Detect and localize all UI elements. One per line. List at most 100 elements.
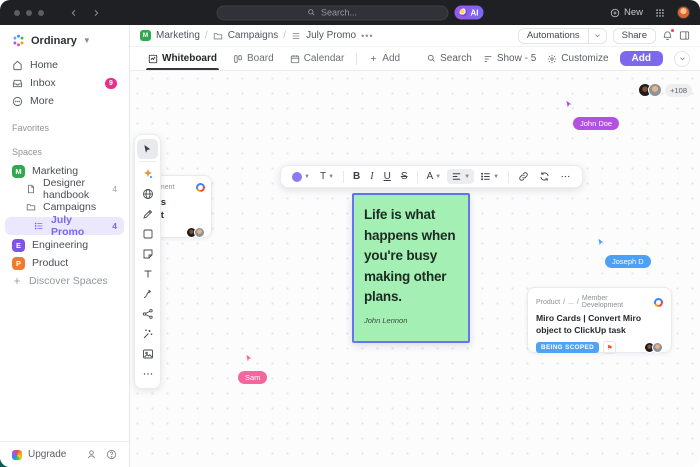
- sticky-note[interactable]: Life is what happens when you're busy ma…: [352, 193, 470, 343]
- screenshot-stage: Search... AI New Or: [0, 0, 700, 467]
- breadcrumb-separator: /: [563, 299, 565, 306]
- presence-avatars[interactable]: +108: [638, 83, 692, 97]
- cursor-name-label: John Doe: [573, 117, 619, 130]
- ai-tool[interactable]: [137, 164, 158, 184]
- chevron-down-icon[interactable]: [588, 29, 606, 43]
- whiteboard-canvas[interactable]: +108 pment ns nt: [130, 71, 700, 467]
- invite-user-icon[interactable]: [86, 449, 97, 460]
- sidebar-item-campaigns[interactable]: Campaigns: [0, 199, 129, 215]
- toggle-panel-icon[interactable]: [679, 30, 690, 41]
- global-search-input[interactable]: Search...: [217, 5, 449, 20]
- select-tool[interactable]: [137, 139, 158, 159]
- ai-button[interactable]: AI: [455, 6, 484, 20]
- upgrade-label[interactable]: Upgrade: [28, 449, 66, 460]
- underline-button[interactable]: U: [380, 169, 395, 184]
- tab-board[interactable]: Board: [225, 47, 282, 70]
- card-title[interactable]: Miro Cards | Convert Miro object to Clic…: [536, 313, 663, 336]
- image-tool[interactable]: [137, 344, 158, 364]
- sidebar: Ordinary ▼ Home Inbox 9 More Favorites: [0, 25, 130, 467]
- shape-tool[interactable]: [137, 224, 158, 244]
- automations-button[interactable]: Automations: [518, 28, 607, 44]
- sidebar-item-more[interactable]: More: [0, 93, 129, 109]
- space-name: Marketing: [32, 165, 78, 177]
- card-breadcrumb: Product/.../Member Development: [536, 295, 650, 309]
- show-button[interactable]: Show - 5: [483, 53, 536, 64]
- tab-label: Calendar: [304, 53, 345, 64]
- presence-overflow-count[interactable]: +108: [665, 84, 692, 97]
- fill-color-picker[interactable]: ▼: [288, 170, 314, 184]
- convert-button[interactable]: [535, 169, 554, 184]
- sidebar-item-designer-handbook[interactable]: Designer handbook 4: [0, 181, 129, 197]
- help-icon[interactable]: [106, 449, 117, 460]
- cursor-arrow-icon: [244, 353, 255, 364]
- notification-dot: [670, 28, 675, 33]
- font-color-menu[interactable]: A▼: [423, 169, 446, 184]
- forward-icon[interactable]: [92, 9, 100, 17]
- whiteboard-icon: [148, 54, 158, 64]
- chevron-down-button[interactable]: [674, 51, 690, 67]
- breadcrumb-more-icon[interactable]: •••: [361, 31, 373, 41]
- sidebar-space-product[interactable]: P Product: [0, 255, 129, 271]
- breadcrumb-marketing[interactable]: Marketing: [156, 30, 200, 41]
- share-label: Share: [614, 29, 655, 43]
- sticky-note-tool[interactable]: [137, 244, 158, 264]
- sidebar-item-discover-spaces[interactable]: Discover Spaces: [0, 273, 129, 289]
- sidebar-item-home[interactable]: Home: [0, 57, 129, 73]
- plus-icon: [12, 276, 22, 286]
- status-badge[interactable]: BEING SCOPED: [536, 342, 599, 353]
- user-avatar[interactable]: [677, 6, 690, 19]
- link-button[interactable]: [514, 169, 533, 184]
- more-tools[interactable]: [137, 364, 158, 384]
- format-toolbar: ▼ T▼ B I U S A▼ ▼ ▼: [280, 165, 583, 188]
- share-button[interactable]: Share: [613, 28, 656, 44]
- italic-button[interactable]: I: [366, 169, 377, 184]
- sidebar-item-label: July Promo: [51, 214, 105, 238]
- priority-flag-icon[interactable]: ⚑: [603, 341, 616, 354]
- magic-wand-tool[interactable]: [137, 324, 158, 344]
- new-button[interactable]: New: [610, 7, 643, 18]
- sticky-note-text[interactable]: Life is what happens when you're busy ma…: [364, 205, 458, 308]
- task-card-miro[interactable]: Product/.../Member Development Miro Card…: [527, 287, 672, 353]
- sidebar-item-label: Home: [30, 59, 58, 71]
- text-style-label: T: [320, 171, 326, 182]
- back-icon[interactable]: [70, 9, 78, 17]
- text-tool[interactable]: [137, 264, 158, 284]
- bullet-list-icon: [480, 171, 491, 182]
- sidebar-space-engineering[interactable]: E Engineering: [0, 237, 129, 253]
- card-breadcrumb-item: ...: [568, 299, 574, 306]
- add-task-button[interactable]: Add: [620, 51, 663, 66]
- sidebar-item-label: More: [30, 95, 54, 107]
- strikethrough-button[interactable]: S: [397, 169, 412, 184]
- connector-tool[interactable]: [137, 284, 158, 304]
- bold-button[interactable]: B: [349, 169, 364, 184]
- tab-whiteboard[interactable]: Whiteboard: [140, 47, 225, 70]
- workspace-name: Ordinary: [31, 35, 77, 47]
- spaces-section-label[interactable]: Spaces: [12, 147, 117, 157]
- breadcrumb-separator: /: [283, 30, 286, 41]
- align-menu[interactable]: ▼: [447, 169, 474, 184]
- tab-label: Board: [247, 53, 274, 64]
- text-style-menu[interactable]: T▼: [316, 169, 338, 184]
- list-menu[interactable]: ▼: [476, 169, 503, 184]
- search-placeholder: Search...: [321, 8, 357, 18]
- favorites-section-label[interactable]: Favorites: [12, 123, 117, 133]
- workspace-switcher[interactable]: Ordinary ▼: [0, 25, 129, 55]
- view-search-button[interactable]: Search: [427, 53, 472, 64]
- space-avatar: M: [140, 30, 151, 41]
- mind-map-tool[interactable]: [137, 304, 158, 324]
- more-options-button[interactable]: [556, 169, 575, 184]
- breadcrumb-july-promo[interactable]: July Promo: [306, 30, 356, 41]
- breadcrumb-campaigns[interactable]: Campaigns: [228, 30, 279, 41]
- customize-button[interactable]: Customize: [547, 53, 608, 64]
- avatar: [652, 342, 663, 353]
- add-view-button[interactable]: Add: [361, 47, 408, 70]
- web-embed-tool[interactable]: [137, 184, 158, 204]
- window-controls[interactable]: [14, 10, 44, 16]
- apps-grid-icon[interactable]: [655, 8, 665, 18]
- tab-calendar[interactable]: Calendar: [282, 47, 353, 70]
- sidebar-item-inbox[interactable]: Inbox 9: [0, 75, 129, 91]
- sidebar-item-july-promo[interactable]: July Promo 4: [5, 217, 124, 235]
- breadcrumb-separator: /: [205, 30, 208, 41]
- pen-tool[interactable]: [137, 204, 158, 224]
- notifications-bell-icon[interactable]: [662, 30, 673, 41]
